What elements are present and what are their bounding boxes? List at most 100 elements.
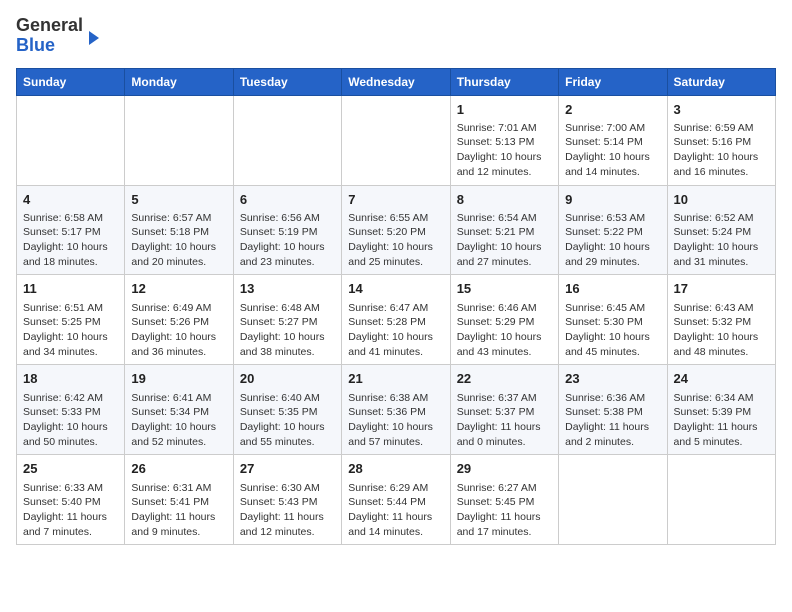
calendar-header-row: SundayMondayTuesdayWednesdayThursdayFrid… — [17, 68, 776, 95]
day-number: 18 — [23, 370, 118, 388]
calendar-week-row: 25Sunrise: 6:33 AM Sunset: 5:40 PM Dayli… — [17, 455, 776, 545]
day-info: Sunrise: 6:27 AM Sunset: 5:45 PM Dayligh… — [457, 481, 552, 540]
col-header-wednesday: Wednesday — [342, 68, 450, 95]
calendar-cell: 13 Sunrise: 6:48 AM Sunset: 5:27 PM Dayli… — [233, 275, 341, 365]
calendar-cell: 17 Sunrise: 6:43 AM Sunset: 5:32 PM Dayli… — [667, 275, 775, 365]
day-number: 19 — [131, 370, 226, 388]
logo: General Blue — [16, 16, 99, 56]
calendar-cell: 4 Sunrise: 6:58 AM Sunset: 5:17 PM Daylig… — [17, 185, 125, 275]
calendar-cell: 20 Sunrise: 6:40 AM Sunset: 5:35 PM Dayli… — [233, 365, 341, 455]
day-number: 20 — [240, 370, 335, 388]
calendar-cell: 1 Sunrise: 7:01 AM Sunset: 5:13 PM Daylig… — [450, 95, 558, 185]
calendar-cell: 5Sunrise: 6:57 AM Sunset: 5:18 PM Daylig… — [125, 185, 233, 275]
calendar-cell — [342, 95, 450, 185]
day-info: Sunrise: 6:55 AM Sunset: 5:20 PM Dayligh… — [348, 211, 443, 270]
logo-text: General Blue — [16, 16, 83, 56]
calendar-cell: 24 Sunrise: 6:34 AM Sunset: 5:39 PM Dayli… — [667, 365, 775, 455]
col-header-thursday: Thursday — [450, 68, 558, 95]
calendar-cell: 7 Sunrise: 6:55 AM Sunset: 5:20 PM Daylig… — [342, 185, 450, 275]
day-number: 9 — [565, 191, 660, 209]
logo-blue: Blue — [16, 35, 55, 55]
day-number: 22 — [457, 370, 552, 388]
day-info: Sunrise: 6:45 AM Sunset: 5:30 PM Dayligh… — [565, 301, 660, 360]
day-number: 21 — [348, 370, 443, 388]
calendar-cell: 16 Sunrise: 6:45 AM Sunset: 5:30 PM Dayli… — [559, 275, 667, 365]
calendar-cell: 10 Sunrise: 6:52 AM Sunset: 5:24 PM Dayli… — [667, 185, 775, 275]
day-number: 16 — [565, 280, 660, 298]
calendar-cell: 14 Sunrise: 6:47 AM Sunset: 5:28 PM Dayli… — [342, 275, 450, 365]
calendar-cell: 29 Sunrise: 6:27 AM Sunset: 5:45 PM Dayli… — [450, 455, 558, 545]
day-info: Sunrise: 6:38 AM Sunset: 5:36 PM Dayligh… — [348, 391, 443, 450]
day-number: 26 — [131, 460, 226, 478]
day-info: Sunrise: 7:00 AM Sunset: 5:14 PM Dayligh… — [565, 121, 660, 180]
day-info: Sunrise: 7:01 AM Sunset: 5:13 PM Dayligh… — [457, 121, 552, 180]
calendar-cell: 18Sunrise: 6:42 AM Sunset: 5:33 PM Dayli… — [17, 365, 125, 455]
day-info: Sunrise: 6:37 AM Sunset: 5:37 PM Dayligh… — [457, 391, 552, 450]
calendar-cell: 22 Sunrise: 6:37 AM Sunset: 5:37 PM Dayli… — [450, 365, 558, 455]
day-number: 3 — [674, 101, 769, 119]
day-info: Sunrise: 6:46 AM Sunset: 5:29 PM Dayligh… — [457, 301, 552, 360]
col-header-monday: Monday — [125, 68, 233, 95]
calendar-cell: 25Sunrise: 6:33 AM Sunset: 5:40 PM Dayli… — [17, 455, 125, 545]
day-number: 4 — [23, 191, 118, 209]
calendar-cell — [559, 455, 667, 545]
calendar-cell: 8 Sunrise: 6:54 AM Sunset: 5:21 PM Daylig… — [450, 185, 558, 275]
logo-arrow-icon — [89, 31, 99, 45]
day-number: 23 — [565, 370, 660, 388]
day-info: Sunrise: 6:57 AM Sunset: 5:18 PM Dayligh… — [131, 211, 226, 270]
calendar-cell: 27 Sunrise: 6:30 AM Sunset: 5:43 PM Dayli… — [233, 455, 341, 545]
day-number: 29 — [457, 460, 552, 478]
calendar-table: SundayMondayTuesdayWednesdayThursdayFrid… — [16, 68, 776, 546]
day-info: Sunrise: 6:30 AM Sunset: 5:43 PM Dayligh… — [240, 481, 335, 540]
calendar-week-row: 11Sunrise: 6:51 AM Sunset: 5:25 PM Dayli… — [17, 275, 776, 365]
calendar-cell: 19 Sunrise: 6:41 AM Sunset: 5:34 PM Dayli… — [125, 365, 233, 455]
calendar-cell — [233, 95, 341, 185]
day-number: 24 — [674, 370, 769, 388]
day-info: Sunrise: 6:40 AM Sunset: 5:35 PM Dayligh… — [240, 391, 335, 450]
col-header-sunday: Sunday — [17, 68, 125, 95]
calendar-cell: 2 Sunrise: 7:00 AM Sunset: 5:14 PM Daylig… — [559, 95, 667, 185]
day-info: Sunrise: 6:36 AM Sunset: 5:38 PM Dayligh… — [565, 391, 660, 450]
day-number: 1 — [457, 101, 552, 119]
calendar-week-row: 4 Sunrise: 6:58 AM Sunset: 5:17 PM Daylig… — [17, 185, 776, 275]
day-number: 27 — [240, 460, 335, 478]
day-info: Sunrise: 6:48 AM Sunset: 5:27 PM Dayligh… — [240, 301, 335, 360]
day-info: Sunrise: 6:49 AM Sunset: 5:26 PM Dayligh… — [131, 301, 226, 360]
calendar-cell: 9 Sunrise: 6:53 AM Sunset: 5:22 PM Daylig… — [559, 185, 667, 275]
day-info: Sunrise: 6:43 AM Sunset: 5:32 PM Dayligh… — [674, 301, 769, 360]
calendar-week-row: 1 Sunrise: 7:01 AM Sunset: 5:13 PM Daylig… — [17, 95, 776, 185]
calendar-cell: 28 Sunrise: 6:29 AM Sunset: 5:44 PM Dayli… — [342, 455, 450, 545]
day-number: 8 — [457, 191, 552, 209]
calendar-cell: 3Sunrise: 6:59 AM Sunset: 5:16 PM Daylig… — [667, 95, 775, 185]
calendar-cell: 6Sunrise: 6:56 AM Sunset: 5:19 PM Daylig… — [233, 185, 341, 275]
day-number: 14 — [348, 280, 443, 298]
day-number: 7 — [348, 191, 443, 209]
day-info: Sunrise: 6:52 AM Sunset: 5:24 PM Dayligh… — [674, 211, 769, 270]
day-info: Sunrise: 6:41 AM Sunset: 5:34 PM Dayligh… — [131, 391, 226, 450]
calendar-cell: 11Sunrise: 6:51 AM Sunset: 5:25 PM Dayli… — [17, 275, 125, 365]
day-number: 11 — [23, 280, 118, 298]
calendar-cell: 23 Sunrise: 6:36 AM Sunset: 5:38 PM Dayli… — [559, 365, 667, 455]
day-info: Sunrise: 6:31 AM Sunset: 5:41 PM Dayligh… — [131, 481, 226, 540]
day-info: Sunrise: 6:53 AM Sunset: 5:22 PM Dayligh… — [565, 211, 660, 270]
calendar-week-row: 18Sunrise: 6:42 AM Sunset: 5:33 PM Dayli… — [17, 365, 776, 455]
day-number: 15 — [457, 280, 552, 298]
day-info: Sunrise: 6:34 AM Sunset: 5:39 PM Dayligh… — [674, 391, 769, 450]
day-info: Sunrise: 6:54 AM Sunset: 5:21 PM Dayligh… — [457, 211, 552, 270]
day-number: 13 — [240, 280, 335, 298]
col-header-saturday: Saturday — [667, 68, 775, 95]
col-header-friday: Friday — [559, 68, 667, 95]
calendar-cell: 26 Sunrise: 6:31 AM Sunset: 5:41 PM Dayli… — [125, 455, 233, 545]
day-number: 28 — [348, 460, 443, 478]
logo-general: General — [16, 15, 83, 35]
day-info: Sunrise: 6:58 AM Sunset: 5:17 PM Dayligh… — [23, 211, 118, 270]
day-number: 2 — [565, 101, 660, 119]
day-number: 17 — [674, 280, 769, 298]
day-info: Sunrise: 6:47 AM Sunset: 5:28 PM Dayligh… — [348, 301, 443, 360]
calendar-cell: 15 Sunrise: 6:46 AM Sunset: 5:29 PM Dayli… — [450, 275, 558, 365]
calendar-cell: 12Sunrise: 6:49 AM Sunset: 5:26 PM Dayli… — [125, 275, 233, 365]
day-info: Sunrise: 6:29 AM Sunset: 5:44 PM Dayligh… — [348, 481, 443, 540]
day-info: Sunrise: 6:33 AM Sunset: 5:40 PM Dayligh… — [23, 481, 118, 540]
day-number: 10 — [674, 191, 769, 209]
col-header-tuesday: Tuesday — [233, 68, 341, 95]
